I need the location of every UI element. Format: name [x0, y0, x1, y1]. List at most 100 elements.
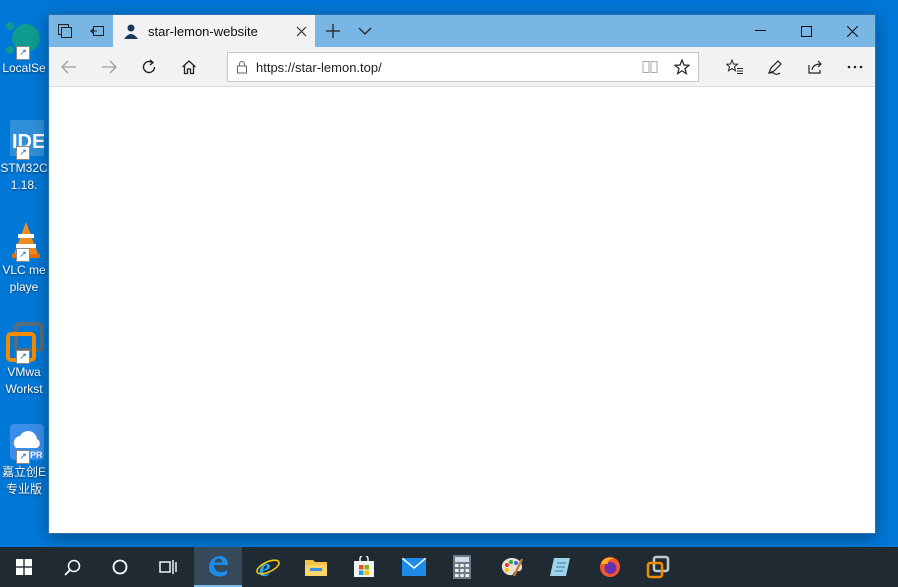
search-button[interactable] [48, 547, 96, 587]
taskbar-notes-app[interactable] [536, 547, 584, 587]
localsend-icon: ↗ [4, 18, 44, 60]
chevron-down-icon [358, 27, 372, 35]
add-favorite-button[interactable] [666, 53, 698, 81]
arrow-left-icon [61, 60, 76, 74]
desktop-icon-label: Workst [5, 382, 43, 396]
tab-preview-icon [58, 24, 72, 38]
desktop-icon-label: 嘉立创E [1, 465, 46, 479]
folder-icon [305, 560, 327, 576]
close-icon [846, 25, 858, 37]
taskbar-microsoft-store[interactable] [340, 547, 388, 587]
edge-icon [209, 556, 228, 577]
search-icon [63, 559, 80, 576]
title-bar: star-lemon-website [49, 15, 875, 47]
close-icon [296, 26, 306, 36]
add-notes-button[interactable] [755, 47, 795, 87]
reading-view-icon [642, 61, 658, 73]
maximize-icon [800, 25, 812, 37]
desktop-icon-lceda-pro[interactable]: PR ↗ 嘉立创E 专业版 [0, 422, 48, 498]
task-view-button[interactable] [144, 547, 192, 587]
tab-preview-button[interactable] [49, 15, 81, 47]
desktop-icon-vmware[interactable]: ↗ VMwa Workst [0, 322, 48, 398]
taskbar-edge[interactable] [194, 547, 242, 587]
refresh-icon [142, 59, 156, 74]
desktop-icon-label: STM32C [0, 161, 48, 175]
reading-view-button[interactable] [634, 53, 666, 81]
star-icon [674, 59, 690, 75]
taskbar-paint[interactable] [488, 547, 536, 587]
shortcut-arrow-icon: ↗ [16, 450, 30, 464]
home-button[interactable] [169, 47, 209, 87]
favorites-hub-button[interactable] [715, 47, 755, 87]
desktop-icon-label: 1.18. [10, 178, 38, 192]
firefox-icon [600, 557, 620, 577]
cortana-circle-icon [112, 559, 128, 575]
favorites-list-icon [726, 59, 743, 74]
forward-button[interactable] [89, 47, 129, 87]
internet-explorer-icon: e [256, 555, 280, 579]
desktop-icon-label: VMwa [7, 365, 41, 379]
desktop-icon-label: VLC me [2, 263, 46, 277]
close-window-button[interactable] [829, 15, 875, 47]
favicon-person-icon [123, 23, 139, 39]
lock-icon [228, 60, 256, 74]
taskbar-firefox[interactable] [586, 547, 634, 587]
notepad-icon [550, 558, 570, 576]
taskbar-file-explorer[interactable] [292, 547, 340, 587]
minimize-icon [754, 30, 766, 31]
desktop-icon-stm32cubeide[interactable]: IDE ↗ STM32C 1.18. [0, 118, 48, 194]
share-button[interactable] [795, 47, 835, 87]
back-button[interactable] [49, 47, 89, 87]
maximize-button[interactable] [783, 15, 829, 47]
desktop-icon-localsend[interactable]: ↗ LocalSe [0, 18, 48, 77]
set-aside-tabs-button[interactable] [81, 15, 113, 47]
tab-close-button[interactable] [287, 15, 315, 47]
share-icon [808, 60, 822, 74]
paint-palette-icon [501, 558, 523, 577]
tab-list-button[interactable] [349, 15, 381, 47]
page-content[interactable] [49, 87, 875, 533]
shortcut-arrow-icon: ↗ [16, 350, 30, 364]
navigation-bar [49, 47, 875, 87]
cortana-button[interactable] [96, 547, 144, 587]
vmware-icon [646, 555, 670, 579]
taskbar-calculator[interactable] [438, 547, 486, 587]
windows-logo-icon [16, 559, 32, 575]
home-icon [182, 60, 196, 75]
set-aside-tabs-icon [90, 26, 104, 36]
arrow-right-icon [102, 60, 117, 74]
edge-browser-window: star-lemon-website [48, 14, 876, 534]
pen-icon [767, 60, 782, 75]
vlc-cone-icon: ↗ [4, 220, 44, 262]
desktop-icon-vlc[interactable]: ↗ VLC me playe [0, 220, 48, 296]
pr-glyph: PR [30, 450, 43, 460]
svg-text:e: e [259, 555, 271, 579]
store-bag-icon [354, 556, 374, 577]
shortcut-arrow-icon: ↗ [16, 46, 30, 60]
taskbar-vmware[interactable] [634, 547, 682, 587]
calculator-icon [453, 555, 471, 579]
new-tab-button[interactable] [317, 15, 349, 47]
taskbar-internet-explorer[interactable]: e [244, 547, 292, 587]
more-icon [847, 65, 863, 69]
start-button[interactable] [0, 547, 48, 587]
minimize-button[interactable] [737, 15, 783, 47]
tab-star-lemon-website[interactable]: star-lemon-website [113, 15, 315, 47]
taskbar: e [0, 547, 898, 587]
url-input[interactable] [256, 59, 634, 75]
refresh-button[interactable] [129, 47, 169, 87]
vmware-icon: ↗ [4, 322, 44, 364]
shortcut-arrow-icon: ↗ [16, 248, 30, 262]
desktop-icon-label: playe [9, 280, 39, 294]
mail-envelope-icon [402, 558, 426, 576]
shortcut-arrow-icon: ↗ [16, 146, 30, 160]
lceda-cloud-icon: PR ↗ [4, 422, 44, 464]
taskbar-mail[interactable] [390, 547, 438, 587]
plus-icon [326, 24, 340, 38]
address-bar[interactable] [227, 52, 699, 82]
stm32cubeide-icon: IDE ↗ [4, 118, 44, 160]
desktop-icon-label: 专业版 [5, 482, 42, 496]
task-view-icon [159, 560, 177, 574]
more-settings-button[interactable] [835, 47, 875, 87]
desktop-icon-label: LocalSe [2, 61, 46, 75]
